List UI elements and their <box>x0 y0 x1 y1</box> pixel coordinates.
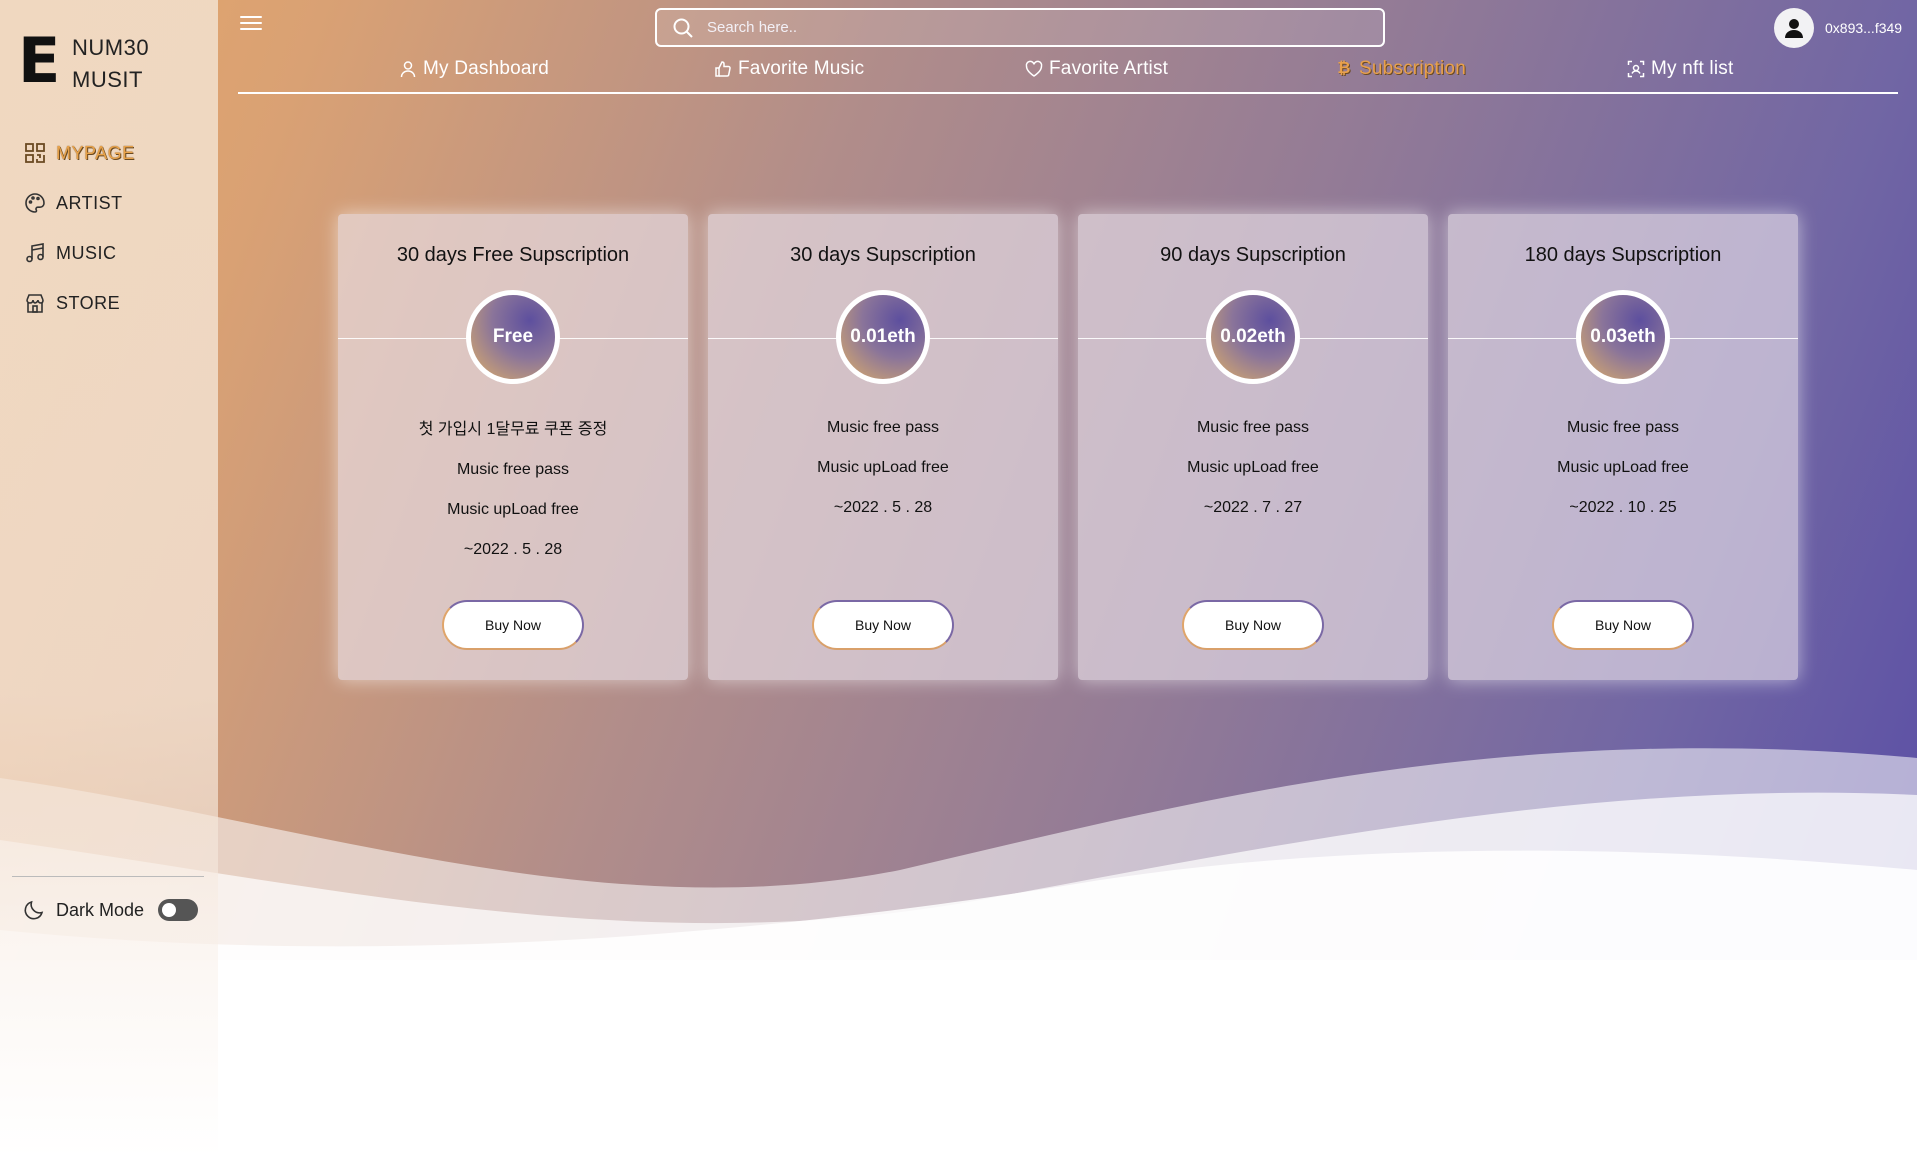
sidebar-item-store[interactable]: STORE <box>24 278 135 328</box>
buy-now-button[interactable]: Buy Now <box>442 600 584 650</box>
plan-feature: Music upLoad free <box>817 459 949 476</box>
plan-features: Music free pass Music upLoad free ~2022 … <box>1078 408 1428 528</box>
sidebar-nav: MYPAGE ARTIST MUSIC STORE <box>24 128 135 328</box>
search-input[interactable] <box>707 19 1383 36</box>
subscription-card: 180 days Supscription 0.03eth Music free… <box>1448 214 1798 680</box>
plan-price-badge: 0.02eth <box>1206 290 1300 384</box>
bitcoin-icon: ₿ <box>1337 60 1351 77</box>
tab-label: My Dashboard <box>423 58 549 79</box>
plan-title: 180 days Supscription <box>1524 244 1722 266</box>
store-icon <box>24 292 46 314</box>
tab-my-dashboard[interactable]: My Dashboard <box>398 58 549 80</box>
plan-features: Music free pass Music upLoad free ~2022 … <box>1448 408 1798 528</box>
sidebar-item-mypage[interactable]: MYPAGE <box>24 128 135 178</box>
subscription-card: 90 days Supscription 0.02eth Music free … <box>1078 214 1428 680</box>
plan-title: 30 days Supscription <box>790 244 976 266</box>
subscription-card: 30 days Free Supscription Free 첫 가입시 1달무… <box>338 214 688 680</box>
plan-title: 90 days Supscription <box>1160 244 1346 266</box>
sidebar-item-label: ARTIST <box>56 192 123 213</box>
user-avatar-icon <box>1785 19 1803 38</box>
page-footer-area <box>0 960 1917 1158</box>
tab-bar: My Dashboard Favorite Music Favorite Art… <box>238 54 1898 94</box>
plan-feature: ~2022 . 10 . 25 <box>1569 499 1677 516</box>
dark-mode-label: Dark Mode <box>56 899 145 920</box>
sidebar-item-label: MYPAGE <box>56 142 135 163</box>
plan-feature: Music upLoad free <box>1557 459 1689 476</box>
plan-feature: Music free pass <box>826 419 940 436</box>
logo-mark: E <box>18 24 61 97</box>
logo-line-2: MUSIT <box>72 67 143 92</box>
app-logo[interactable]: E NUM30 MUSIT <box>18 30 149 96</box>
palette-icon <box>24 192 46 214</box>
thumbs-up-icon <box>713 59 733 79</box>
heart-icon <box>1024 59 1044 79</box>
search-bar <box>655 8 1385 47</box>
hamburger-menu-icon[interactable] <box>240 16 262 34</box>
sidebar-divider <box>12 876 204 877</box>
plan-feature: Music upLoad free <box>447 501 579 518</box>
plan-title: 30 days Free Supscription <box>396 244 630 266</box>
tab-my-nft-list[interactable]: My nft list <box>1626 58 1733 80</box>
plan-feature: Music upLoad free <box>1187 459 1319 476</box>
buy-now-button[interactable]: Buy Now <box>1182 600 1324 650</box>
plan-feature: ~2022 . 5 . 28 <box>463 541 563 558</box>
user-icon <box>398 59 418 79</box>
subscription-card: 30 days Supscription 0.01eth Music free … <box>708 214 1058 680</box>
tab-label: Subscription <box>1359 58 1466 79</box>
buy-now-button[interactable]: Buy Now <box>1552 600 1694 650</box>
sidebar-item-artist[interactable]: ARTIST <box>24 178 135 228</box>
dark-mode-row: Dark Mode <box>22 898 199 922</box>
avatar <box>1774 8 1814 48</box>
tab-favorite-artist[interactable]: Favorite Artist <box>1024 58 1168 80</box>
logo-line-1: NUM30 <box>72 35 150 60</box>
buy-now-button[interactable]: Buy Now <box>812 600 954 650</box>
plan-features: Music free pass Music upLoad free ~2022 … <box>708 408 1058 528</box>
tab-label: Favorite Music <box>738 58 865 79</box>
user-account[interactable]: 0x893...f349 <box>1774 8 1902 48</box>
logo-text: NUM30 MUSIT <box>72 32 149 96</box>
plan-price-badge: 0.03eth <box>1576 290 1670 384</box>
plan-feature: 첫 가입시 1달무료 쿠폰 증정 <box>418 421 608 438</box>
dark-mode-toggle[interactable] <box>158 899 199 921</box>
tab-label: My nft list <box>1651 58 1734 79</box>
plan-feature: ~2022 . 7 . 27 <box>1203 499 1303 516</box>
scan-icon <box>1626 59 1646 79</box>
tab-subscription[interactable]: ₿ Subscription <box>1334 58 1466 80</box>
sidebar: E NUM30 MUSIT MYPAGE ARTIST MUSIC STORE … <box>0 0 218 1158</box>
plan-price-badge: 0.01eth <box>836 290 930 384</box>
tab-label: Favorite Artist <box>1049 58 1169 79</box>
sidebar-item-label: MUSIC <box>56 242 117 263</box>
user-address: 0x893...f349 <box>1825 20 1903 36</box>
sidebar-item-label: STORE <box>56 292 121 313</box>
plan-feature: Music free pass <box>1566 419 1680 436</box>
moon-icon <box>22 898 46 922</box>
music-note-icon <box>24 242 46 264</box>
search-icon <box>671 16 695 40</box>
plan-feature: Music free pass <box>1196 419 1310 436</box>
sidebar-item-music[interactable]: MUSIC <box>24 228 135 278</box>
tab-favorite-music[interactable]: Favorite Music <box>713 58 864 80</box>
qr-grid-icon <box>24 142 46 164</box>
plan-price-badge: Free <box>466 290 560 384</box>
plan-features: 첫 가입시 1달무료 쿠폰 증정 Music free pass Music u… <box>338 410 688 570</box>
plan-feature: ~2022 . 5 . 28 <box>833 499 933 516</box>
plan-feature: Music free pass <box>456 461 570 478</box>
toggle-knob <box>162 903 177 917</box>
